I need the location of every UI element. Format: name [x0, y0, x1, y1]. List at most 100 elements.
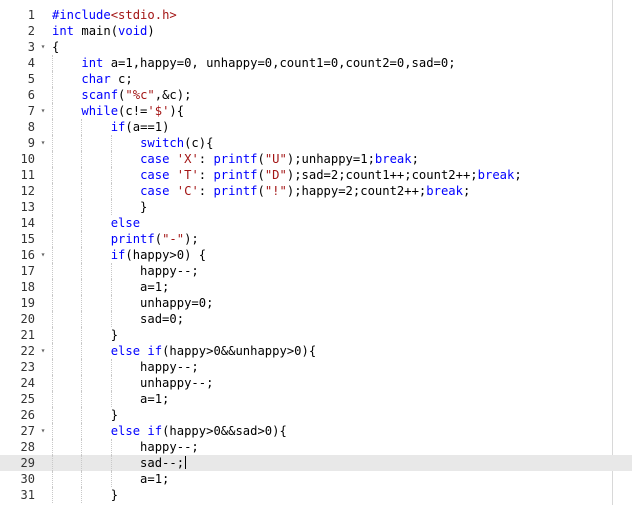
code-text[interactable]: else if(happy>0&&unhappy>0){ [52, 343, 316, 359]
code-line[interactable]: 19 unhappy=0; [0, 295, 632, 311]
code-text[interactable]: switch(c){ [52, 135, 213, 151]
code-token: (c!= [118, 104, 148, 118]
code-lines[interactable]: 1 #include<stdio.h> 2 int main(void) 3 ▾{4 in… [0, 7, 632, 503]
code-text[interactable]: unhappy--; [52, 375, 213, 391]
keyword-token: break [426, 184, 463, 198]
code-line[interactable]: 21 } [0, 327, 632, 343]
code-token: ( [257, 168, 265, 182]
code-line[interactable]: 18 a=1; [0, 279, 632, 295]
code-line[interactable]: 31 } [0, 487, 632, 503]
code-line[interactable]: 28 happy--; [0, 439, 632, 455]
string-token: 'X' [176, 152, 199, 166]
code-text[interactable]: unhappy=0; [52, 295, 213, 311]
fold-toggle-icon[interactable]: ▾ [38, 135, 48, 151]
code-text[interactable]: sad=0; [52, 311, 184, 327]
code-line[interactable]: 10 case 'X': printf("U");unhappy=1;break… [0, 151, 632, 167]
code-line[interactable]: 29 sad--; [0, 455, 632, 471]
code-text[interactable]: if(a==1) [52, 119, 170, 135]
code-line[interactable]: 27 ▾ else if(happy>0&&sad>0){ [0, 423, 632, 439]
keyword-token: #include [52, 8, 111, 22]
code-text[interactable]: scanf("%c",&c); [52, 87, 191, 103]
line-number: 24 [20, 376, 35, 390]
code-token: ) [147, 24, 155, 38]
code-text[interactable]: printf("-"); [52, 231, 199, 247]
code-token: (happy>0&&unhappy>0){ [162, 344, 317, 358]
code-line[interactable]: 20 sad=0; [0, 311, 632, 327]
code-token: } [52, 408, 119, 422]
code-text[interactable]: case 'X': printf("U");unhappy=1;break; [52, 151, 419, 167]
code-editor[interactable]: 1 #include<stdio.h> 2 int main(void) 3 ▾{4 in… [0, 0, 632, 505]
code-text[interactable]: happy--; [52, 439, 199, 455]
line-number: 20 [20, 312, 35, 326]
code-text[interactable]: else [52, 215, 140, 231]
line-number: 3 [27, 40, 35, 54]
string-token: "%c" [125, 88, 155, 102]
code-line[interactable]: 5 char c; [0, 71, 632, 87]
line-number: 17 [20, 264, 35, 278]
code-token: ); [184, 232, 199, 246]
code-line[interactable]: 24 unhappy--; [0, 375, 632, 391]
code-line[interactable]: 11 case 'T': printf("D");sad=2;count1++;… [0, 167, 632, 183]
code-text[interactable]: } [52, 487, 118, 503]
code-text[interactable]: happy--; [52, 359, 199, 375]
line-number: 8 [27, 120, 35, 134]
code-token: : [198, 152, 214, 166]
keyword-token: switch [140, 136, 185, 150]
code-token: sad--; [52, 456, 185, 470]
code-line[interactable]: 1 #include<stdio.h> [0, 7, 632, 23]
line-number: 18 [20, 280, 35, 294]
code-text[interactable]: { [52, 39, 59, 55]
fold-toggle-icon[interactable]: ▾ [38, 423, 48, 439]
code-text[interactable]: case 'C': printf("!");happy=2;count2++;b… [52, 183, 470, 199]
code-line[interactable]: 30 a=1; [0, 471, 632, 487]
code-token: c; [110, 72, 133, 86]
code-line[interactable]: 12 case 'C': printf("!");happy=2;count2+… [0, 183, 632, 199]
code-line[interactable]: 3 ▾{ [0, 39, 632, 55]
code-text[interactable]: } [52, 327, 118, 343]
code-text[interactable]: int main(void) [52, 23, 155, 39]
code-text[interactable]: char c; [52, 71, 133, 87]
code-line[interactable]: 14 else [0, 215, 632, 231]
code-line[interactable]: 15 printf("-"); [0, 231, 632, 247]
code-line[interactable]: 25 a=1; [0, 391, 632, 407]
string-token: 'C' [176, 184, 199, 198]
code-line[interactable]: 6 scanf("%c",&c); [0, 87, 632, 103]
fold-toggle-icon[interactable]: ▾ [38, 343, 48, 359]
line-number: 5 [27, 72, 35, 86]
code-text[interactable]: } [52, 199, 147, 215]
string-token: "U" [264, 152, 287, 166]
line-number: 31 [20, 488, 35, 502]
keyword-token: else if [110, 344, 163, 358]
code-line[interactable]: 26 } [0, 407, 632, 423]
code-text[interactable]: while(c!='$'){ [52, 103, 184, 119]
code-text[interactable]: int a=1,happy=0, unhappy=0,count1=0,coun… [52, 55, 455, 71]
code-token: );sad=2;count1++;count2++; [286, 168, 478, 182]
fold-toggle-icon[interactable]: ▾ [38, 247, 48, 263]
fold-toggle-icon[interactable]: ▾ [38, 39, 48, 55]
code-line[interactable]: 9 ▾ switch(c){ [0, 135, 632, 151]
code-text[interactable]: } [52, 407, 118, 423]
code-line[interactable]: 13 } [0, 199, 632, 215]
code-line[interactable]: 4 int a=1,happy=0, unhappy=0,count1=0,co… [0, 55, 632, 71]
code-text[interactable]: happy--; [52, 263, 199, 279]
code-text[interactable]: sad--; [52, 455, 187, 471]
code-text[interactable]: a=1; [52, 471, 169, 487]
keyword-token: printf [213, 168, 258, 182]
code-text[interactable]: a=1; [52, 279, 169, 295]
code-line[interactable]: 22 ▾ else if(happy>0&&unhappy>0){ [0, 343, 632, 359]
code-line[interactable]: 16 ▾ if(happy>0) { [0, 247, 632, 263]
code-text[interactable]: case 'T': printf("D");sad=2;count1++;cou… [52, 167, 522, 183]
code-line[interactable]: 7 ▾ while(c!='$'){ [0, 103, 632, 119]
code-token: main( [74, 24, 119, 38]
fold-toggle-icon[interactable]: ▾ [38, 103, 48, 119]
code-line[interactable]: 8 if(a==1) [0, 119, 632, 135]
code-text[interactable]: #include<stdio.h> [52, 7, 177, 23]
code-text[interactable]: else if(happy>0&&sad>0){ [52, 423, 287, 439]
code-line[interactable]: 2 int main(void) [0, 23, 632, 39]
code-text[interactable]: a=1; [52, 391, 169, 407]
code-text[interactable]: if(happy>0) { [52, 247, 206, 263]
code-line[interactable]: 23 happy--; [0, 359, 632, 375]
code-line[interactable]: 17 happy--; [0, 263, 632, 279]
